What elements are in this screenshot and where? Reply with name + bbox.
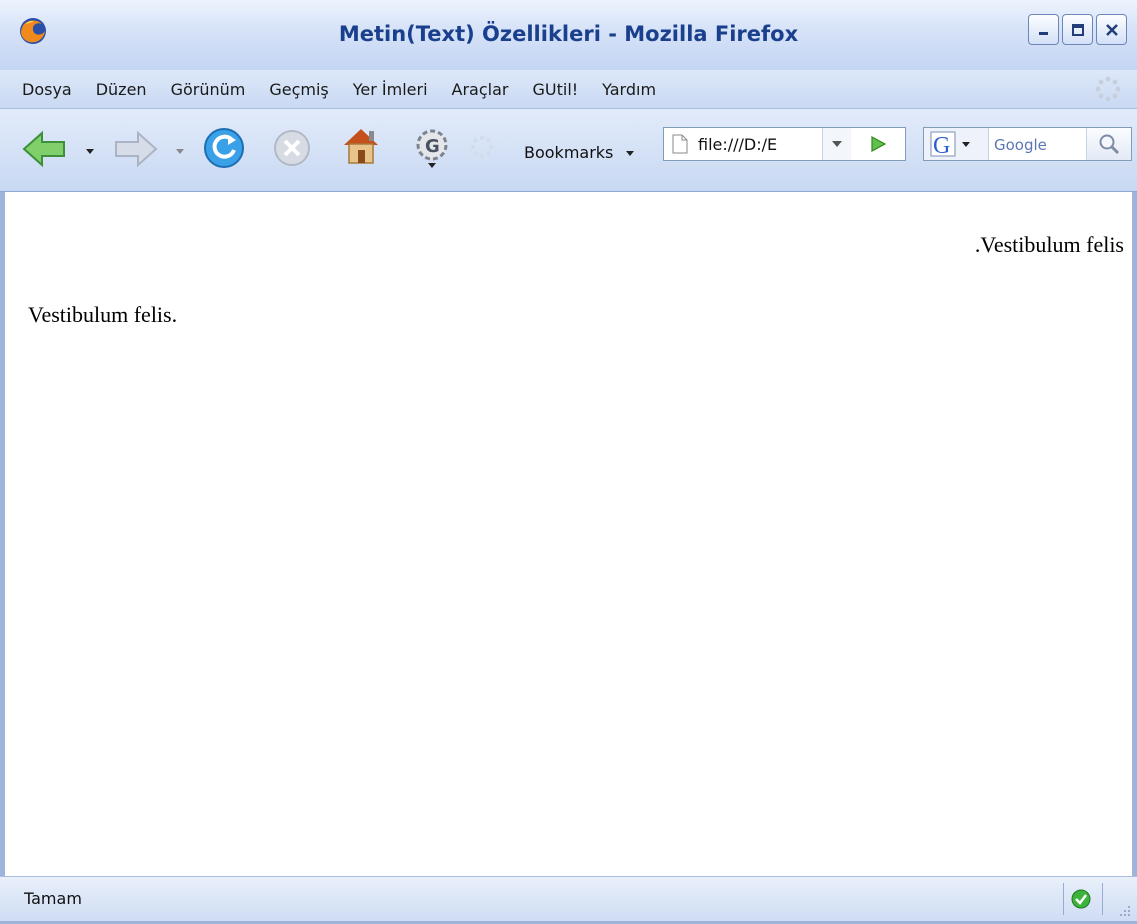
maximize-button[interactable]: [1062, 14, 1093, 45]
status-text: Tamam: [24, 889, 82, 908]
page-icon: [672, 134, 688, 154]
rtl-paragraph: .Vestibulum felis: [974, 232, 1124, 257]
close-icon: [1105, 23, 1118, 36]
stop-icon[interactable]: [272, 128, 312, 168]
window-title: Metin(Text) Özellikleri - Mozilla Firefo…: [338, 22, 799, 46]
search-input[interactable]: Google: [994, 136, 1047, 154]
url-history-dropdown[interactable]: [822, 128, 851, 160]
menu-duzen[interactable]: Düzen: [92, 76, 151, 103]
go-arrow-icon: [871, 135, 887, 153]
search-engine-selector[interactable]: G: [924, 128, 989, 160]
menu-bar: Dosya Düzen Görünüm Geçmiş Yer İmleri Ar…: [0, 70, 1137, 109]
back-dropdown[interactable]: [86, 149, 94, 154]
svg-text:G: G: [933, 133, 950, 159]
gutil-icon[interactable]: G: [412, 125, 452, 169]
bookmarks-dropdown-icon: [626, 151, 635, 156]
resize-grip-icon[interactable]: [1115, 901, 1133, 919]
search-bar: G Google: [923, 127, 1132, 161]
menu-araclar[interactable]: Araçlar: [448, 76, 513, 103]
browser-window: Metin(Text) Özellikleri - Mozilla Firefo…: [0, 0, 1137, 924]
menu-yardim[interactable]: Yardım: [598, 76, 660, 103]
menu-gutil[interactable]: GUtil!: [528, 76, 582, 103]
url-bar[interactable]: file:///D:/E: [663, 127, 906, 161]
menu-gorunum[interactable]: Görünüm: [167, 76, 250, 103]
bookmarks-label: Bookmarks: [524, 143, 614, 162]
ltr-paragraph: Vestibulum felis.: [28, 302, 178, 327]
reload-icon[interactable]: [202, 126, 246, 170]
url-input[interactable]: file:///D:/E: [698, 135, 794, 154]
page-content: .Vestibulum felis Vestibulum felis.: [5, 192, 1132, 875]
google-g-icon: G: [930, 131, 970, 159]
spinner-icon: [471, 136, 493, 158]
home-icon[interactable]: [340, 125, 382, 167]
maximize-icon: [1071, 23, 1084, 36]
bookmarks-menu[interactable]: Bookmarks: [524, 143, 635, 162]
magnifier-icon: [1099, 134, 1120, 155]
go-button[interactable]: [852, 128, 904, 160]
minimize-button[interactable]: [1028, 14, 1059, 45]
menu-dosya[interactable]: Dosya: [18, 76, 76, 103]
status-divider: [1063, 883, 1064, 915]
forward-icon[interactable]: [112, 129, 158, 169]
throbber-icon: [1095, 76, 1121, 102]
status-bar: Tamam: [0, 876, 1137, 921]
window-controls: [1028, 14, 1127, 45]
menu-yer-imleri[interactable]: Yer İmleri: [349, 76, 432, 103]
check-icon[interactable]: [1071, 889, 1091, 909]
close-button[interactable]: [1096, 14, 1127, 45]
menu-gecmis[interactable]: Geçmiş: [265, 76, 332, 103]
title-bar[interactable]: Metin(Text) Özellikleri - Mozilla Firefo…: [0, 0, 1137, 71]
forward-dropdown[interactable]: [176, 149, 184, 154]
status-divider-2: [1102, 883, 1103, 915]
search-button[interactable]: [1086, 128, 1131, 160]
back-icon[interactable]: [22, 129, 68, 169]
minimize-icon: [1038, 31, 1048, 35]
svg-text:G: G: [425, 136, 440, 157]
chevron-down-icon: [832, 141, 842, 147]
